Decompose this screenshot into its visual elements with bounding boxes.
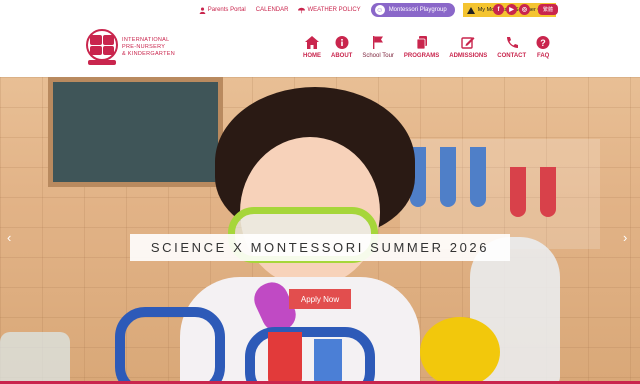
nav-item-admissions[interactable]: ADMISSIONS xyxy=(449,36,487,59)
hero-test-tube xyxy=(540,167,556,217)
nav-label-programs: PROGRAMS xyxy=(403,53,440,59)
slider-next-arrow-icon[interactable]: › xyxy=(623,230,627,245)
nav-label-admissions: ADMISSIONS xyxy=(449,53,488,59)
hero-red-liquid xyxy=(268,332,302,384)
hero-test-tube xyxy=(440,147,456,207)
hero-glass xyxy=(0,332,70,384)
calendar-label: CALENDAR xyxy=(255,7,289,13)
info-icon xyxy=(335,36,349,49)
tent-icon xyxy=(466,6,475,14)
nav-item-faq[interactable]: ? FAQ xyxy=(536,36,550,59)
language-toggle[interactable]: 繁體 xyxy=(538,4,558,15)
svg-text:?: ? xyxy=(540,38,546,48)
hero-tube-rack xyxy=(115,307,225,384)
nav-label-school-tour: School Tour xyxy=(362,53,394,59)
hero-tube-rack xyxy=(245,327,375,384)
question-icon: ? xyxy=(536,36,550,49)
hero-test-tube xyxy=(510,167,526,217)
logo-line-3: & KINDERGARTEN xyxy=(122,51,175,57)
nav-label-home: HOME xyxy=(303,53,321,59)
phone-icon xyxy=(506,37,518,48)
school-logo[interactable] xyxy=(86,29,118,65)
nav-item-home[interactable]: HOME xyxy=(303,36,321,59)
umbrella-icon xyxy=(298,7,306,13)
weather-policy-link[interactable]: WEATHER POLICY xyxy=(298,7,361,14)
hero-chalkboard xyxy=(48,77,223,187)
hero-shelf xyxy=(400,139,600,249)
nav-label-faq: FAQ xyxy=(537,53,550,59)
instagram-icon[interactable]: ◎ xyxy=(519,4,530,15)
hero-caption: SCIENCE X MONTESSORI SUMMER 2026 xyxy=(130,234,510,261)
calendar-link[interactable]: CALENDAR xyxy=(256,7,289,13)
slider-prev-arrow-icon[interactable]: ‹ xyxy=(7,230,11,245)
main-nav: HOME ABOUT School Tour PROGRAMS ADMISSIO… xyxy=(298,36,555,59)
playgroup-label: Montessori Playgroup xyxy=(388,7,447,13)
hero-slider xyxy=(0,77,640,384)
hero-test-tube xyxy=(470,147,486,207)
logo-line-2: PRE-NURSERY xyxy=(122,44,166,50)
edit-icon xyxy=(461,37,475,49)
copy-icon xyxy=(416,36,427,49)
apply-now-button[interactable]: Apply Now xyxy=(289,289,351,309)
youtube-icon[interactable]: ▶ xyxy=(506,4,517,15)
logo-ribbon xyxy=(88,60,116,65)
user-icon xyxy=(199,7,206,14)
nav-item-school-tour[interactable]: School Tour xyxy=(362,36,394,59)
nav-item-programs[interactable]: PROGRAMS xyxy=(404,36,439,59)
site-header: INTERNATIONAL PRE-NURSERY & KINDERGARTEN… xyxy=(0,20,640,77)
social-links: f ▶ ◎ xyxy=(493,4,532,15)
parents-portal-link[interactable]: Parents Portal xyxy=(199,7,246,14)
flag-icon xyxy=(373,36,384,49)
nav-label-about: ABOUT xyxy=(331,53,353,59)
facebook-icon[interactable]: f xyxy=(493,4,504,15)
weather-policy-label: WEATHER POLICY xyxy=(307,7,361,13)
logo-text: INTERNATIONAL PRE-NURSERY & KINDERGARTEN xyxy=(122,37,175,58)
nav-label-contact: CONTACT xyxy=(497,53,527,59)
nav-item-about[interactable]: ABOUT xyxy=(331,36,352,59)
playgroup-button[interactable]: ☺ Montessori Playgroup xyxy=(370,3,455,17)
playgroup-icon: ☺ xyxy=(374,5,385,15)
logo-emblem xyxy=(86,29,118,61)
logo-line-1: INTERNATIONAL xyxy=(122,37,170,43)
nav-item-contact[interactable]: CONTACT xyxy=(497,36,526,59)
hero-blue-liquid xyxy=(314,339,342,384)
parents-portal-label: Parents Portal xyxy=(207,7,246,13)
hero-yellow-bowl xyxy=(420,317,500,384)
home-icon xyxy=(305,36,319,49)
